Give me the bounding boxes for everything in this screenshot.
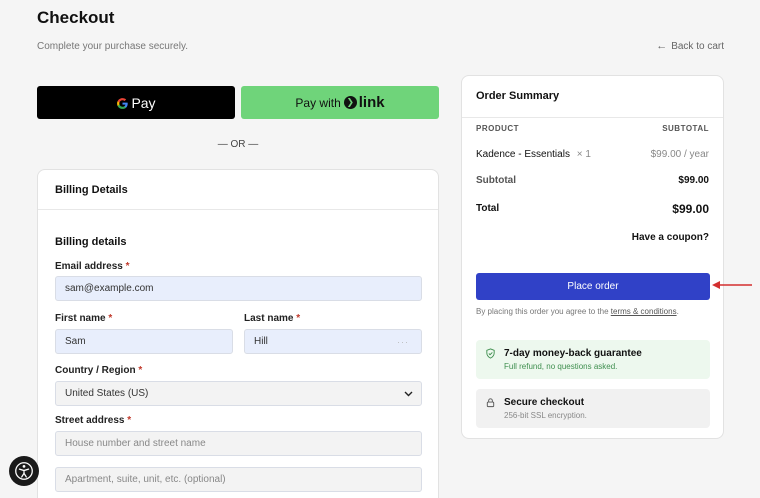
summary-divider xyxy=(462,117,723,118)
page-subtitle: Complete your purchase securely. xyxy=(37,41,188,52)
total-value: $99.00 xyxy=(672,202,709,216)
total-label: Total xyxy=(476,203,500,214)
last-name-label: Last name * xyxy=(244,313,301,324)
first-name-field[interactable]: Sam xyxy=(55,329,233,354)
subtotal-label: Subtotal xyxy=(476,175,516,186)
or-divider: — OR — xyxy=(217,139,259,150)
billing-section-title: Billing details xyxy=(55,236,127,248)
google-g-icon xyxy=(116,95,129,111)
guarantee-title: 7-day money-back guarantee xyxy=(504,348,642,359)
google-pay-label: Pay xyxy=(131,94,156,111)
page-title: Checkout xyxy=(37,8,115,27)
have-coupon-link[interactable]: Have a coupon? xyxy=(632,232,709,243)
arrow-left-icon: ← xyxy=(656,40,668,52)
annotation-arrow-icon xyxy=(712,281,752,289)
secure-title: Secure checkout xyxy=(504,397,585,408)
apartment-field[interactable]: Apartment, suite, unit, etc. (optional) xyxy=(55,467,422,492)
subtotal-value: $99.00 xyxy=(678,175,709,186)
billing-card: Billing Details Billing details Email ad… xyxy=(37,169,439,498)
link-arrow-icon: ❯ xyxy=(343,96,357,109)
link-brand: link xyxy=(358,94,385,111)
terms-link[interactable]: terms & conditions xyxy=(611,307,677,316)
accessibility-icon xyxy=(15,462,33,480)
order-summary-card: Order Summary PRODUCT SUBTOTAL Kadence -… xyxy=(461,75,724,439)
secure-subtitle: 256-bit SSL encryption. xyxy=(504,411,587,420)
first-name-label: First name * xyxy=(55,313,113,324)
street-address-field[interactable]: House number and street name xyxy=(55,431,422,456)
back-to-cart-link[interactable]: ← Back to cart xyxy=(656,40,724,52)
chevron-down-icon xyxy=(404,389,413,399)
col-subtotal: SUBTOTAL xyxy=(662,124,709,133)
line-item-price: $99.00 / year xyxy=(650,149,709,160)
email-label: Email address * xyxy=(55,261,130,272)
street-label: Street address * xyxy=(55,415,132,426)
country-select[interactable]: United States (US) xyxy=(55,381,422,406)
country-label: Country / Region * xyxy=(55,365,143,376)
email-field[interactable]: sam@example.com xyxy=(55,276,422,301)
order-summary-title: Order Summary xyxy=(476,90,560,102)
last-name-field[interactable]: Hill ··· xyxy=(244,329,422,354)
line-item-name: Kadence - Essentials × 1 xyxy=(476,149,591,160)
link-pay-prefix: Pay with xyxy=(295,95,341,110)
billing-card-title: Billing Details xyxy=(38,170,438,210)
lock-icon xyxy=(486,398,495,408)
accessibility-widget-button[interactable] xyxy=(9,456,39,486)
back-to-cart-label: Back to cart xyxy=(671,40,724,52)
line-item-qty: × 1 xyxy=(576,149,591,160)
col-product: PRODUCT xyxy=(476,124,520,133)
autofill-dots-icon: ··· xyxy=(397,336,409,347)
place-order-button[interactable]: Place order xyxy=(476,273,710,300)
link-pay-button[interactable]: Pay with ❯ link xyxy=(241,86,439,119)
secure-box: Secure checkout 256-bit SSL encryption. xyxy=(476,389,710,428)
google-pay-button[interactable]: Pay xyxy=(37,86,235,119)
guarantee-subtitle: Full refund, no questions asked. xyxy=(504,362,618,371)
shield-check-icon xyxy=(486,348,495,359)
terms-text: By placing this order you agree to the t… xyxy=(476,307,679,316)
guarantee-box: 7-day money-back guarantee Full refund, … xyxy=(476,340,710,379)
